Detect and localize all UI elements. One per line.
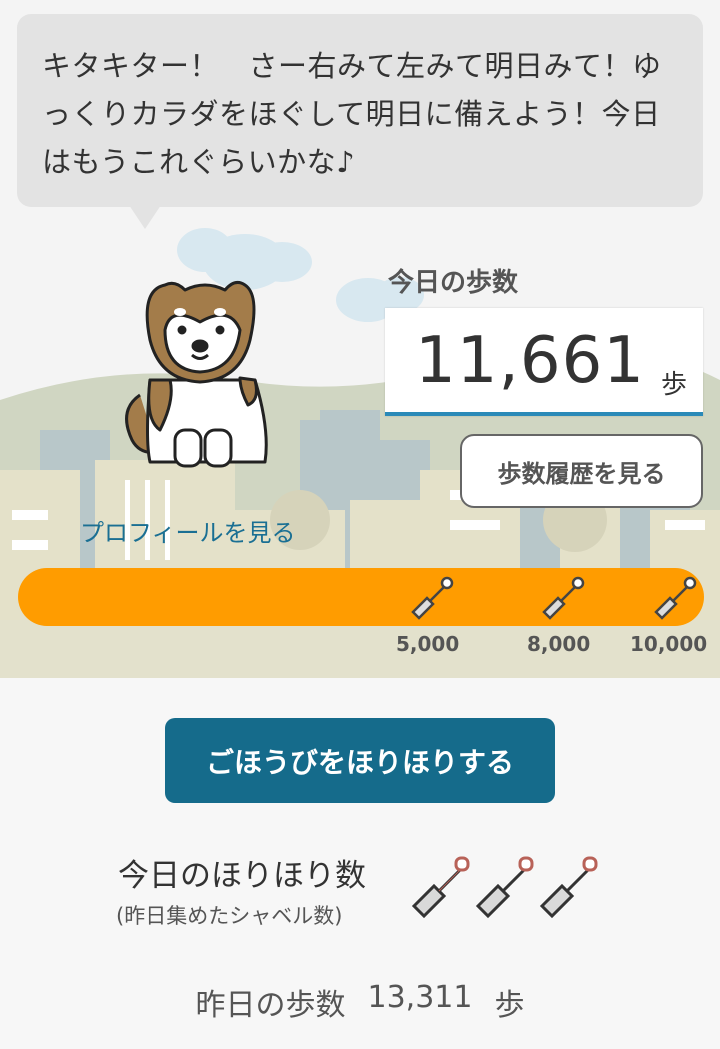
milestone-label-8000: 8,000 bbox=[527, 632, 591, 656]
today-steps-unit: 歩 bbox=[660, 370, 687, 400]
shovel-icon bbox=[411, 856, 470, 919]
profile-link[interactable]: プロフィールを見る bbox=[80, 513, 296, 548]
scene-area: キタキター！ さー右みて左みて明日みて！ゆっくりカラダをほぐして明日に備えよう！… bbox=[0, 0, 720, 678]
yesterday-steps-row: 昨日の歩数 13,311 歩 bbox=[0, 980, 720, 1024]
step-history-button[interactable]: 歩数履歴を見る bbox=[460, 434, 703, 508]
yesterday-steps-label: 昨日の歩数 bbox=[195, 988, 346, 1023]
yesterday-steps-value: 13,311 bbox=[367, 980, 473, 1015]
step-progress-bar bbox=[18, 568, 704, 626]
shovel-icon bbox=[542, 576, 585, 620]
dig-count-subtitle: (昨日集めたシャベル数) bbox=[116, 904, 343, 928]
shovel-icon bbox=[475, 856, 534, 919]
speech-text: キタキター！ さー右みて左みて明日みて！ゆっくりカラダをほぐして明日に備えよう！… bbox=[42, 49, 662, 179]
dig-count-title: 今日のほりほり数 bbox=[118, 858, 366, 894]
milestone-label-5000: 5,000 bbox=[396, 632, 460, 656]
shovel-icon bbox=[654, 576, 697, 620]
today-steps-value: 11,661 bbox=[415, 324, 645, 398]
reward-dig-button[interactable]: ごほうびをほりほりする bbox=[165, 718, 555, 803]
shovel-icon bbox=[539, 856, 598, 919]
yesterday-steps-unit: 歩 bbox=[494, 988, 525, 1023]
today-steps-label: 今日の歩数 bbox=[388, 268, 519, 298]
speech-bubble: キタキター！ さー右みて左みて明日みて！ゆっくりカラダをほぐして明日に備えよう！… bbox=[17, 14, 703, 229]
today-steps-panel: 11,661 歩 bbox=[385, 308, 703, 416]
milestone-label-10000: 10,000 bbox=[630, 632, 708, 656]
shovel-icon bbox=[411, 576, 454, 620]
